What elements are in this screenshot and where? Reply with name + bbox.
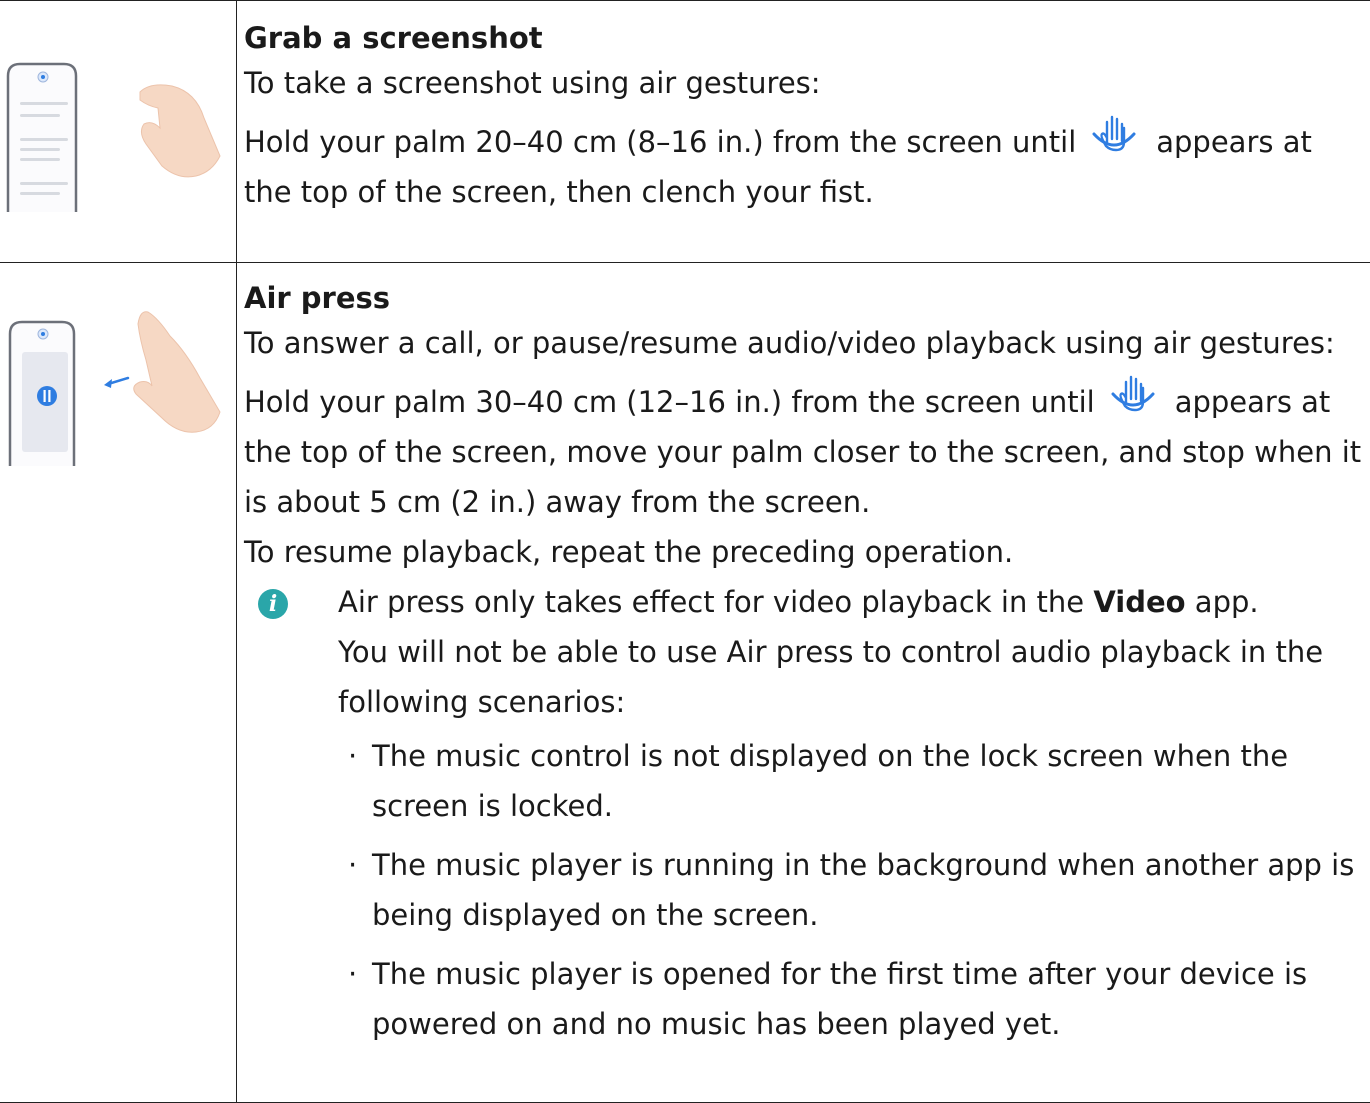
info-icon: i [258,589,288,619]
instruction-part: Hold your palm 30–40 cm (12–16 in.) from… [244,385,1095,419]
screenshot-row-text: Grab a screenshot To take a screenshot u… [244,18,1364,217]
screenshot-gesture-illustration [0,40,236,230]
table-column-divider [236,0,237,1103]
table-border-top [0,0,1370,1]
bullet-icon: · [348,848,358,882]
list-item: · The music control is not displayed on t… [338,731,1364,831]
section-title: Grab a screenshot [244,21,543,55]
intro-text: To answer a call, or pause/resume audio/… [244,326,1335,360]
instruction-part: Hold your palm 20–40 cm (8–16 in.) from … [244,125,1077,159]
hand-gesture-icon [1109,374,1157,418]
list-item-text: The music control is not displayed on th… [372,739,1289,823]
list-item: · The music player is running in the back… [338,840,1364,940]
bullet-icon: · [348,957,358,991]
note-text: app. [1185,585,1259,619]
app-name: Video [1093,585,1186,619]
note-line-2: You will not be able to use Air press to… [338,635,1324,719]
bullet-icon: · [348,739,358,773]
note-block: i Air press only takes effect for video … [244,577,1364,1049]
scenario-list: · The music control is not displayed on t… [338,731,1364,1049]
note-line-1: Air press only takes effect for video pl… [338,577,1364,627]
list-item-text: The music player is opened for the first… [372,957,1308,1041]
instruction-text: Hold your palm 20–40 cm (8–16 in.) from … [244,114,1364,217]
air-press-row-text: Air press To answer a call, or pause/res… [244,278,1364,1058]
resume-text: To resume playback, repeat the preceding… [244,535,1014,569]
table-row-divider [0,262,1370,263]
list-item: · The music player is opened for the firs… [338,949,1364,1049]
list-item-text: The music player is running in the backg… [372,848,1355,932]
air-press-illustration [0,300,236,480]
note-text: Air press only takes effect for video pl… [338,585,1094,619]
instruction-text: Hold your palm 30–40 cm (12–16 in.) from… [244,374,1364,527]
section-title: Air press [244,281,391,315]
intro-text: To take a screenshot using air gestures: [244,66,821,100]
gesture-table: Grab a screenshot To take a screenshot u… [0,0,1370,1103]
hand-gesture-icon [1090,114,1138,158]
